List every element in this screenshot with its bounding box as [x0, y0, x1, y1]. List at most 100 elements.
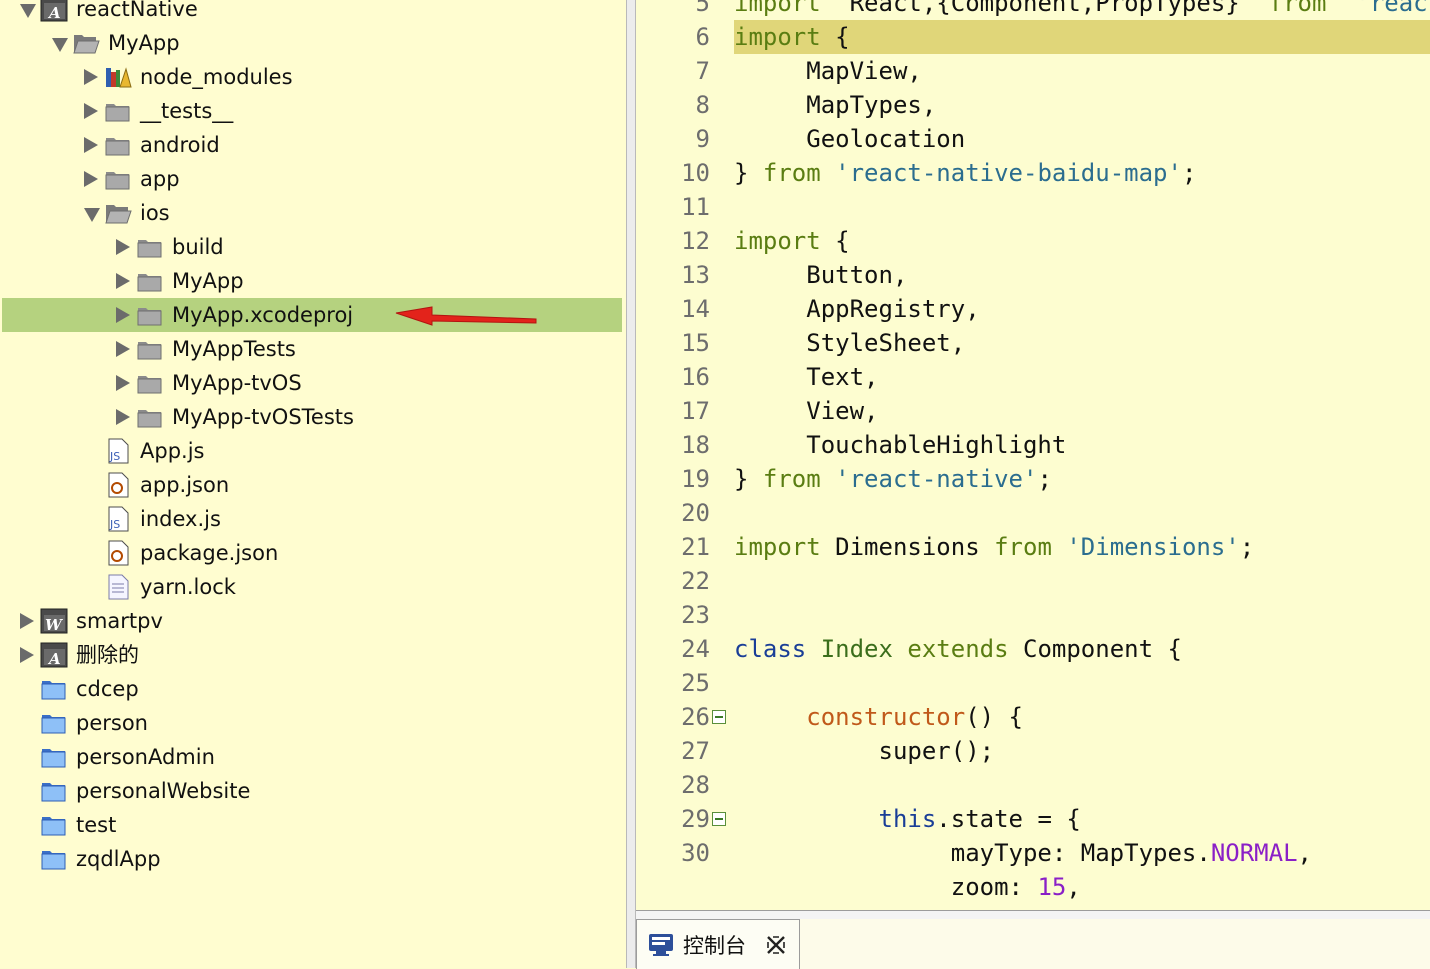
tree-row[interactable]: person — [0, 706, 622, 740]
code-line[interactable]: zoom: 15, — [636, 870, 1430, 904]
code-line[interactable]: 19} from 'react-native'; — [636, 462, 1430, 496]
code-line[interactable]: 22 — [636, 564, 1430, 598]
code-line[interactable]: 26 constructor() { — [636, 700, 1430, 734]
code-line[interactable]: 30 mayType: MapTypes.NORMAL, — [636, 836, 1430, 870]
svg-text:JS: JS — [109, 450, 120, 463]
tree-row[interactable]: app — [0, 162, 622, 196]
code-line[interactable]: 7 MapView, — [636, 54, 1430, 88]
tree-row[interactable]: build — [0, 230, 622, 264]
code-line[interactable]: 27 super(); — [636, 734, 1430, 768]
tree-row[interactable]: __tests__ — [0, 94, 622, 128]
tree-row[interactable]: MyApp — [0, 264, 622, 298]
collapsed-arrow-icon[interactable] — [116, 375, 130, 391]
fold-collapse-icon[interactable] — [712, 812, 726, 826]
tree-row[interactable]: yarn.lock — [0, 570, 622, 604]
collapsed-arrow-icon[interactable] — [84, 137, 98, 153]
tree-row[interactable]: JS App.js — [0, 434, 622, 468]
code-line[interactable]: 10} from 'react-native-baidu-map'; — [636, 156, 1430, 190]
code-line[interactable]: 8 MapTypes, — [636, 88, 1430, 122]
collapsed-arrow-icon[interactable] — [116, 239, 130, 255]
collapsed-arrow-icon[interactable] — [84, 171, 98, 187]
collapsed-arrow-icon[interactable] — [20, 613, 34, 629]
expanded-arrow-icon[interactable] — [52, 38, 68, 52]
tree-row[interactable]: MyApp — [0, 26, 622, 60]
code-line[interactable]: 29 this.state = { — [636, 802, 1430, 836]
code-line[interactable]: 25 — [636, 666, 1430, 700]
collapsed-arrow-icon[interactable] — [116, 341, 130, 357]
collapsed-arrow-icon[interactable] — [116, 409, 130, 425]
code-line[interactable]: 12 import { — [636, 224, 1430, 258]
code-token: import — [734, 533, 821, 561]
folder-icon — [136, 302, 164, 328]
tree-row[interactable]: personAdmin — [0, 740, 622, 774]
tree-row[interactable]: package.json — [0, 536, 622, 570]
code-line[interactable]: 28 — [636, 768, 1430, 802]
tree-row[interactable]: Wsmartpv — [0, 604, 622, 638]
panel-splitter[interactable] — [626, 0, 636, 968]
code-line[interactable]: 16 Text, — [636, 360, 1430, 394]
code-token: 'react-native-baidu-map' — [835, 159, 1182, 187]
code-line[interactable]: 5 import React,{Component,PropTypes} from… — [636, 0, 1430, 20]
collapsed-arrow-icon[interactable] — [116, 273, 130, 289]
folder-icon — [136, 268, 164, 294]
tree-row[interactable]: MyApp-tvOSTests — [0, 400, 622, 434]
code-line[interactable]: 6 import { — [636, 20, 1430, 54]
expanded-arrow-icon[interactable] — [84, 208, 100, 222]
line-number: 9 — [695, 125, 710, 153]
code-text: } from 'react-native'; — [734, 462, 1430, 496]
tree-row[interactable]: ios — [0, 196, 622, 230]
json-file-icon — [104, 472, 132, 498]
tree-row[interactable]: node_modules — [0, 60, 622, 94]
close-icon[interactable] — [765, 934, 787, 956]
tree-row[interactable]: test — [0, 808, 622, 842]
tree-item-label: zqdlApp — [76, 847, 161, 871]
code-line[interactable]: 9 Geolocation — [636, 122, 1430, 156]
code-line[interactable]: 23 — [636, 598, 1430, 632]
console-panel: 控制台 — [636, 910, 1430, 969]
tree-row[interactable]: android — [0, 128, 622, 162]
project-explorer-tree[interactable]: AreactNative MyApp node_modules __tests__ an… — [0, 0, 626, 968]
collapsed-arrow-icon[interactable] — [116, 307, 130, 323]
code-line[interactable]: 17 View, — [636, 394, 1430, 428]
code-line[interactable]: 18 TouchableHighlight — [636, 428, 1430, 462]
fold-collapse-icon[interactable] — [712, 710, 726, 724]
code-token: TouchableHighlight — [734, 431, 1067, 459]
code-token: from — [1268, 0, 1327, 17]
collapsed-arrow-icon[interactable] — [20, 647, 34, 663]
code-token: from — [994, 533, 1052, 561]
collapsed-arrow-icon[interactable] — [84, 69, 98, 85]
tree-row[interactable]: A 删除的 — [0, 638, 622, 672]
line-number: 23 — [681, 601, 710, 629]
code-editor[interactable]: 5 import React,{Component,PropTypes} from… — [636, 0, 1430, 910]
code-line[interactable]: 24 class Index extends Component { — [636, 632, 1430, 666]
tree-row[interactable]: JS index.js — [0, 502, 622, 536]
tree-row[interactable]: cdcep — [0, 672, 622, 706]
console-tab[interactable]: 控制台 — [636, 919, 800, 969]
code-line[interactable]: 21 import Dimensions from 'Dimensions'; — [636, 530, 1430, 564]
code-token: AppRegistry, — [734, 295, 980, 323]
tree-item-label: index.js — [140, 507, 221, 531]
expanded-arrow-icon[interactable] — [20, 4, 36, 18]
tree-row[interactable]: MyAppTests — [0, 332, 622, 366]
tree-row[interactable]: MyApp-tvOS — [0, 366, 622, 400]
code-text: Text, — [734, 360, 1430, 394]
folder-icon — [136, 336, 164, 362]
tree-item-label: package.json — [140, 541, 279, 565]
tree-item-label: android — [140, 133, 220, 157]
tree-item-label: smartpv — [76, 609, 163, 633]
tree-row[interactable]: app.json — [0, 468, 622, 502]
tree-item-label: build — [172, 235, 224, 259]
code-line[interactable]: 13 Button, — [636, 258, 1430, 292]
tree-row[interactable]: personalWebsite — [0, 774, 622, 808]
tree-row[interactable]: zqdlApp — [0, 842, 622, 876]
code-token: import — [734, 227, 821, 255]
collapsed-arrow-icon[interactable] — [84, 103, 98, 119]
blue-folder-icon — [40, 778, 68, 804]
code-line[interactable]: 20 — [636, 496, 1430, 530]
code-line[interactable]: 11 — [636, 190, 1430, 224]
tree-row[interactable]: AreactNative — [0, 0, 622, 26]
code-line[interactable]: 14 AppRegistry, — [636, 292, 1430, 326]
code-line[interactable]: 15 StyleSheet, — [636, 326, 1430, 360]
